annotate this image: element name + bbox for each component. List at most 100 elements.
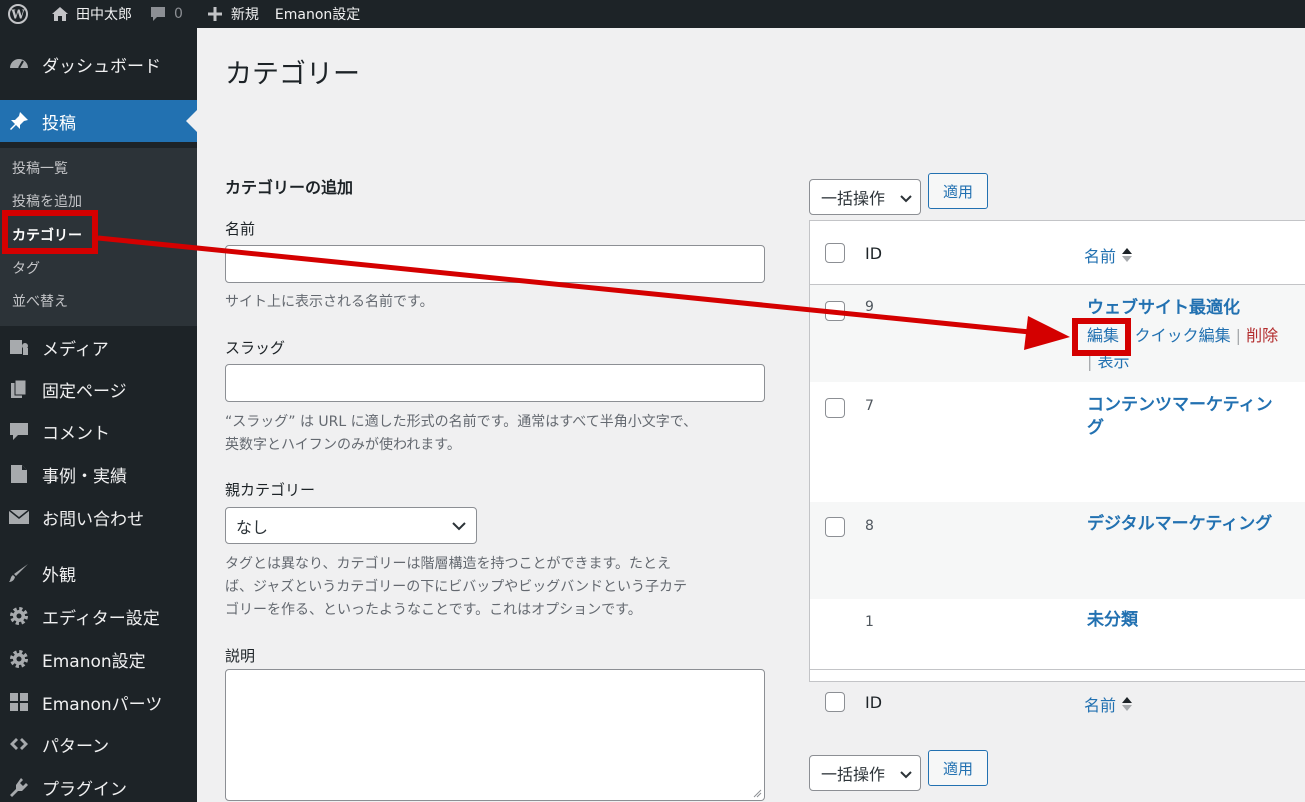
category-name-line: コンテンツマーケティン bbox=[1087, 395, 1273, 415]
new-content-button[interactable]: 新規 bbox=[197, 0, 267, 28]
slug-help-line: “スラッグ” は URL に適した形式の名前です。通常はすべて半角小文字で、 bbox=[225, 414, 698, 430]
parent-category-value: なし bbox=[236, 517, 269, 537]
bulk-actions-select-top[interactable]: 一括操作 bbox=[809, 179, 921, 215]
name-input[interactable] bbox=[225, 245, 765, 283]
apply-button-top[interactable]: 適用 bbox=[928, 173, 988, 209]
quick-edit-link[interactable]: クイック編集 bbox=[1135, 326, 1231, 345]
comment-icon bbox=[8, 420, 30, 442]
name-label: 名前 bbox=[225, 220, 256, 238]
row-checkbox[interactable] bbox=[825, 301, 845, 321]
column-id-footer[interactable]: ID bbox=[865, 693, 882, 712]
table-row: 1 未分類 bbox=[810, 599, 1305, 669]
sidebar-item-comments[interactable]: コメント bbox=[0, 412, 197, 450]
case-icon bbox=[8, 463, 30, 485]
table-row: 9 ウェブサイト最適化 編集 | クイック編集 | 削除 | 表示 bbox=[810, 285, 1305, 382]
apply-button-bottom[interactable]: 適用 bbox=[928, 750, 988, 786]
select-all-checkbox-bottom[interactable] bbox=[825, 692, 845, 712]
sidebar-item-label: ダッシュボード bbox=[42, 56, 161, 77]
name-help: サイト上に表示される名前です。 bbox=[225, 294, 434, 310]
parent-help-line: ば、ジャズというカテゴリーの下にビバップやビッグバンドという子カテ bbox=[225, 579, 687, 595]
parent-category-select[interactable]: なし bbox=[225, 507, 477, 544]
sidebar-item-label: 投稿 bbox=[42, 113, 76, 134]
table-row: 7 コンテンツマーケティン グ bbox=[810, 382, 1305, 502]
admin-sidebar: ダッシュボード 投稿 投稿一覧 投稿を追加 カテゴリー タグ 並べ替え メディア… bbox=[0, 28, 197, 802]
sidebar-item-emanon-parts[interactable]: Emanonパーツ bbox=[0, 683, 197, 721]
sidebar-item-editor-settings[interactable]: エディター設定 bbox=[0, 597, 197, 635]
sidebar-item-dashboard[interactable]: ダッシュボード bbox=[0, 44, 197, 84]
category-name-link[interactable]: デジタルマーケティング bbox=[1087, 513, 1292, 536]
sidebar-item-posts[interactable]: 投稿 bbox=[0, 100, 197, 142]
submenu-add-post[interactable]: 投稿を追加 bbox=[12, 191, 82, 211]
sidebar-item-patterns[interactable]: パターン bbox=[0, 725, 197, 763]
grid-icon bbox=[8, 691, 30, 713]
comments-link[interactable]: 0 bbox=[140, 0, 191, 28]
row-id: 1 bbox=[865, 614, 874, 630]
sidebar-item-label: お問い合わせ bbox=[42, 509, 144, 530]
parent-label: 親カテゴリー bbox=[225, 481, 316, 499]
column-id-header[interactable]: ID bbox=[865, 244, 882, 263]
pattern-icon bbox=[8, 733, 30, 755]
home-icon bbox=[50, 4, 70, 24]
category-name-link[interactable]: 未分類 bbox=[1087, 609, 1292, 632]
wp-logo-button[interactable]: W bbox=[0, 0, 42, 28]
gear-icon bbox=[8, 605, 30, 627]
sidebar-item-appearance[interactable]: 外観 bbox=[0, 554, 197, 592]
bulk-actions-select-bottom[interactable]: 一括操作 bbox=[809, 755, 921, 791]
sidebar-item-emanon-settings[interactable]: Emanon設定 bbox=[0, 640, 197, 678]
wordpress-icon: W bbox=[8, 4, 28, 24]
new-label: 新規 bbox=[230, 7, 259, 23]
resize-handle-icon[interactable] bbox=[752, 788, 762, 798]
column-name-header[interactable]: 名前 bbox=[1084, 243, 1133, 267]
svg-text:W: W bbox=[10, 8, 25, 22]
theme-settings-link[interactable]: Emanon設定 bbox=[267, 0, 368, 28]
sidebar-item-label: 固定ページ bbox=[42, 381, 127, 402]
sidebar-item-media[interactable]: メディア bbox=[0, 328, 197, 366]
delete-link[interactable]: 削除 bbox=[1246, 326, 1278, 345]
bulk-actions-value: 一括操作 bbox=[821, 765, 886, 784]
sidebar-item-label: コメント bbox=[42, 423, 110, 444]
sidebar-item-label: 外観 bbox=[42, 565, 76, 586]
category-name-link[interactable]: ウェブサイト最適化 bbox=[1087, 297, 1292, 320]
table-row: 8 デジタルマーケティング bbox=[810, 502, 1305, 599]
column-name-label: 名前 bbox=[1084, 247, 1117, 266]
submenu-all-posts[interactable]: 投稿一覧 bbox=[12, 158, 68, 178]
column-name-footer[interactable]: 名前 bbox=[1084, 692, 1133, 716]
chevron-down-icon bbox=[452, 516, 466, 535]
highlight-box-categories bbox=[2, 210, 98, 254]
row-id: 9 bbox=[865, 299, 874, 315]
sidebar-item-cases[interactable]: 事例・実績 bbox=[0, 455, 197, 493]
description-textarea[interactable] bbox=[225, 669, 765, 801]
row-checkbox[interactable] bbox=[825, 517, 845, 537]
row-checkbox[interactable] bbox=[825, 398, 845, 418]
description-label: 説明 bbox=[225, 647, 256, 665]
select-all-checkbox[interactable] bbox=[825, 243, 845, 263]
sidebar-item-pages[interactable]: 固定ページ bbox=[0, 370, 197, 408]
dashboard-icon bbox=[8, 53, 30, 75]
table-footer: ID 名前 bbox=[810, 669, 1305, 733]
comments-count: 0 bbox=[174, 6, 183, 22]
sidebar-item-plugins[interactable]: プラグイン bbox=[0, 768, 197, 802]
sidebar-item-label: エディター設定 bbox=[42, 608, 160, 629]
parent-help: タグとは異なり、カテゴリーは階層構造を持つことができます。たとえ ば、ジャズとい… bbox=[225, 553, 785, 622]
sidebar-item-label: Emanonパーツ bbox=[42, 694, 163, 715]
plus-icon bbox=[205, 4, 225, 24]
slug-help: “スラッグ” は URL に適した形式の名前です。通常はすべて半角小文字で、 英… bbox=[225, 411, 785, 457]
highlight-box-edit bbox=[1072, 318, 1131, 356]
category-name-link[interactable]: コンテンツマーケティン グ bbox=[1087, 394, 1292, 440]
row-id: 7 bbox=[865, 398, 874, 414]
table-header: ID 名前 bbox=[810, 221, 1305, 285]
submenu-sort[interactable]: 並べ替え bbox=[12, 291, 68, 311]
sidebar-item-label: プラグイン bbox=[42, 779, 127, 800]
plugin-icon bbox=[8, 776, 30, 798]
submenu-tags[interactable]: タグ bbox=[12, 258, 40, 278]
slug-input[interactable] bbox=[225, 364, 765, 402]
sidebar-item-contact[interactable]: お問い合わせ bbox=[0, 498, 197, 536]
sidebar-item-label: 事例・実績 bbox=[42, 466, 127, 487]
site-name-link[interactable]: 田中太郎 bbox=[42, 0, 140, 28]
parent-help-line: タグとは異なり、カテゴリーは階層構造を持つことができます。たとえ bbox=[225, 556, 672, 572]
gear-icon bbox=[8, 648, 30, 670]
slug-label: スラッグ bbox=[225, 339, 286, 357]
bulk-actions-value: 一括操作 bbox=[821, 189, 886, 208]
column-name-label: 名前 bbox=[1084, 696, 1117, 715]
chevron-down-icon bbox=[900, 764, 912, 783]
